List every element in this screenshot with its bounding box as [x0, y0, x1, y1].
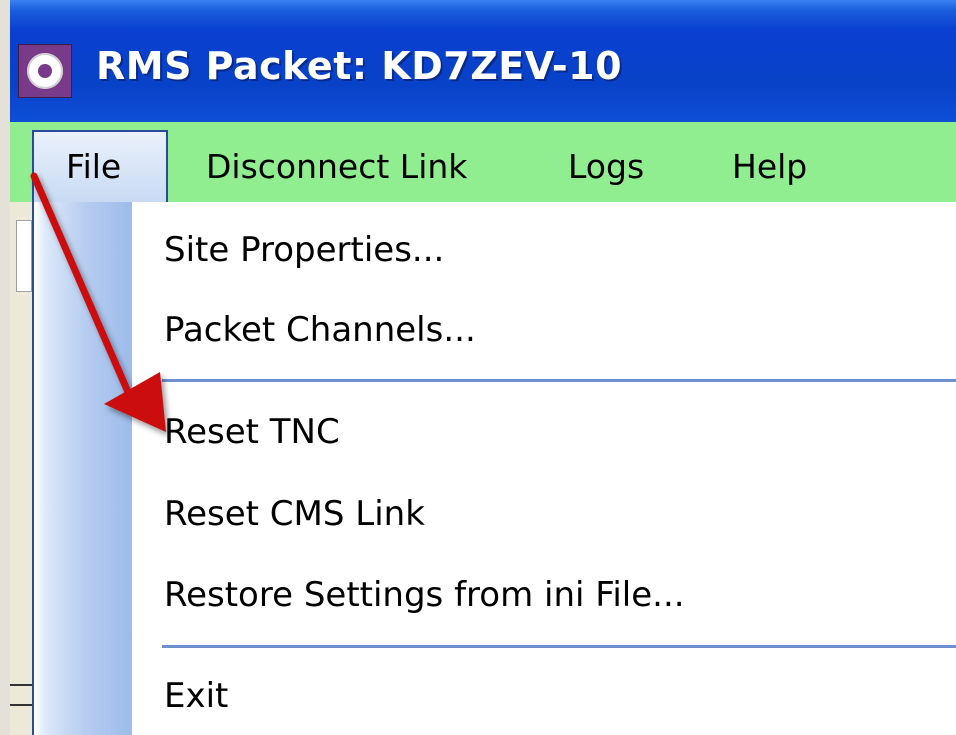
- menu-disconnect-link[interactable]: Disconnect Link: [206, 147, 467, 186]
- menu-separator: [162, 645, 956, 648]
- menu-file-label: File: [66, 147, 122, 186]
- menu-icon-gutter: [34, 202, 132, 735]
- app-icon-hole: [38, 64, 52, 78]
- menu-file[interactable]: File: [32, 130, 168, 204]
- title-bar[interactable]: RMS Packet: KD7ZEV-10: [10, 0, 956, 122]
- background-divider: [10, 684, 32, 686]
- menu-item-reset-cms-link[interactable]: Reset CMS Link: [164, 494, 425, 534]
- window-title: RMS Packet: KD7ZEV-10: [96, 44, 623, 88]
- app-ring-icon[interactable]: [18, 44, 72, 98]
- menu-item-restore-settings[interactable]: Restore Settings from ini File...: [164, 575, 685, 615]
- menu-logs[interactable]: Logs: [568, 147, 644, 186]
- app-window: RMS Packet: KD7ZEV-10 File Disconnect Li…: [10, 0, 956, 735]
- menu-item-packet-channels[interactable]: Packet Channels...: [164, 310, 476, 350]
- menu-item-site-properties[interactable]: Site Properties...: [164, 230, 444, 270]
- menu-item-reset-tnc[interactable]: Reset TNC: [164, 412, 340, 452]
- menu-bar: File Disconnect Link Logs Help: [10, 122, 956, 204]
- menu-item-exit[interactable]: Exit: [164, 676, 228, 716]
- menu-help[interactable]: Help: [732, 147, 807, 186]
- background-field: [16, 220, 32, 292]
- menu-separator: [162, 379, 956, 382]
- background-window-edge: [10, 202, 32, 735]
- background-divider: [10, 704, 32, 706]
- file-dropdown-menu: Site Properties... Packet Channels... Re…: [32, 202, 956, 735]
